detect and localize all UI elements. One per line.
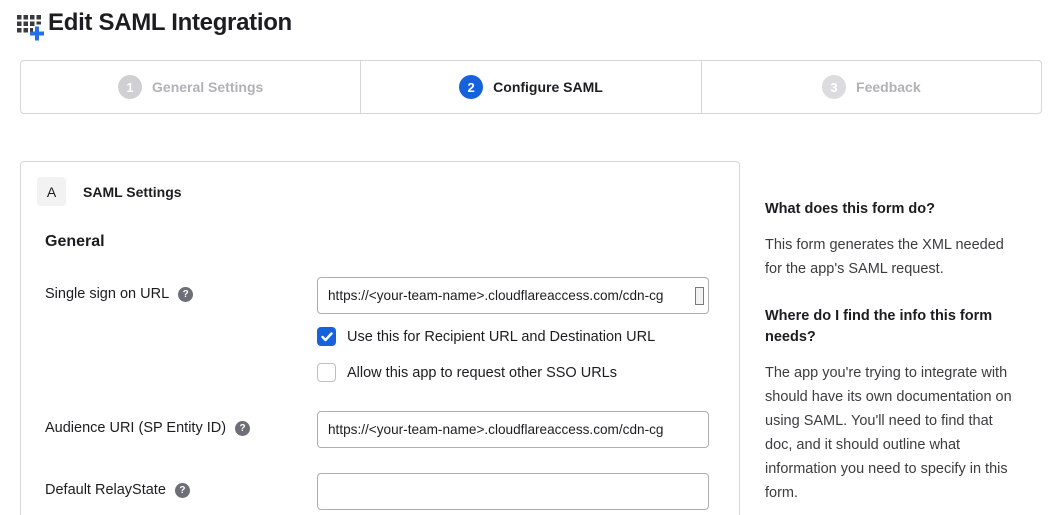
sidebar-answer-1: This form generates the XML needed for t… bbox=[765, 233, 1021, 281]
saml-settings-panel: A SAML Settings General Single sign on U… bbox=[20, 161, 740, 515]
section-header: A SAML Settings bbox=[37, 177, 715, 206]
sso-url-label: Single sign on URL bbox=[45, 286, 169, 302]
step-label: Feedback bbox=[856, 79, 921, 95]
form-row-relay-state: Default RelayState ? If no value is set,… bbox=[45, 473, 715, 515]
section-a-badge: A bbox=[37, 177, 66, 206]
sidebar-answer-2: The app you're trying to integrate with … bbox=[765, 361, 1021, 505]
section-title: SAML Settings bbox=[83, 184, 182, 200]
field-control-wrap: If no value is set, a blank RelayState i… bbox=[317, 473, 709, 515]
help-icon[interactable]: ? bbox=[235, 421, 250, 436]
step-tab-feedback[interactable]: 3 Feedback bbox=[701, 61, 1041, 113]
sidebar-question-1: What does this form do? bbox=[765, 199, 1021, 220]
checkbox-row-other-sso: Allow this app to request other SSO URLs bbox=[317, 363, 709, 382]
page-title: Edit SAML Integration bbox=[48, 7, 292, 39]
step-tab-configure-saml[interactable]: 2 Configure SAML bbox=[360, 61, 700, 113]
step-tab-general-settings[interactable]: 1 General Settings bbox=[21, 61, 360, 113]
field-label-wrap: Single sign on URL ? bbox=[45, 277, 317, 302]
audience-uri-input-wrap bbox=[317, 411, 709, 448]
audience-uri-input[interactable] bbox=[317, 411, 709, 448]
relay-state-input-wrap bbox=[317, 473, 709, 510]
help-icon[interactable]: ? bbox=[175, 483, 190, 498]
checkbox-row-recipient: Use this for Recipient URL and Destinati… bbox=[317, 327, 709, 346]
recipient-url-checkbox[interactable] bbox=[317, 327, 336, 346]
sso-url-input[interactable] bbox=[317, 277, 709, 314]
field-label-wrap: Audience URI (SP Entity ID) ? bbox=[45, 411, 317, 436]
page-header: Edit SAML Integration bbox=[0, 0, 1063, 48]
sso-url-input-wrap bbox=[317, 277, 709, 314]
step-number-badge: 3 bbox=[822, 75, 846, 99]
text-cursor bbox=[695, 287, 704, 305]
wizard-stepper: 1 General Settings 2 Configure SAML 3 Fe… bbox=[20, 60, 1042, 114]
general-form: General Single sign on URL ? bbox=[37, 233, 715, 515]
other-sso-urls-checkbox[interactable] bbox=[317, 363, 336, 382]
content-area: A SAML Settings General Single sign on U… bbox=[20, 161, 1063, 515]
field-control-wrap bbox=[317, 411, 709, 448]
form-row-sso-url: Single sign on URL ? Use thi bbox=[45, 277, 715, 382]
step-number-badge: 1 bbox=[118, 75, 142, 99]
field-control-wrap: Use this for Recipient URL and Destinati… bbox=[317, 277, 709, 382]
field-label-wrap: Default RelayState ? bbox=[45, 473, 317, 498]
step-label: Configure SAML bbox=[493, 79, 603, 95]
relay-state-input[interactable] bbox=[317, 473, 709, 510]
audience-uri-label: Audience URI (SP Entity ID) bbox=[45, 420, 226, 436]
app-grid-add-icon bbox=[16, 11, 46, 48]
help-icon[interactable]: ? bbox=[178, 287, 193, 302]
sidebar-question-2: Where do I find the info this form needs… bbox=[765, 306, 1021, 348]
step-label: General Settings bbox=[152, 79, 263, 95]
group-heading-general: General bbox=[45, 233, 715, 251]
recipient-url-checkbox-label: Use this for Recipient URL and Destinati… bbox=[347, 329, 655, 345]
form-row-audience-uri: Audience URI (SP Entity ID) ? bbox=[45, 411, 715, 448]
check-icon bbox=[321, 332, 333, 342]
help-sidebar: What does this form do? This form genera… bbox=[765, 161, 1021, 515]
step-number-badge: 2 bbox=[459, 75, 483, 99]
relay-state-label: Default RelayState bbox=[45, 482, 166, 498]
other-sso-urls-checkbox-label: Allow this app to request other SSO URLs bbox=[347, 365, 617, 381]
